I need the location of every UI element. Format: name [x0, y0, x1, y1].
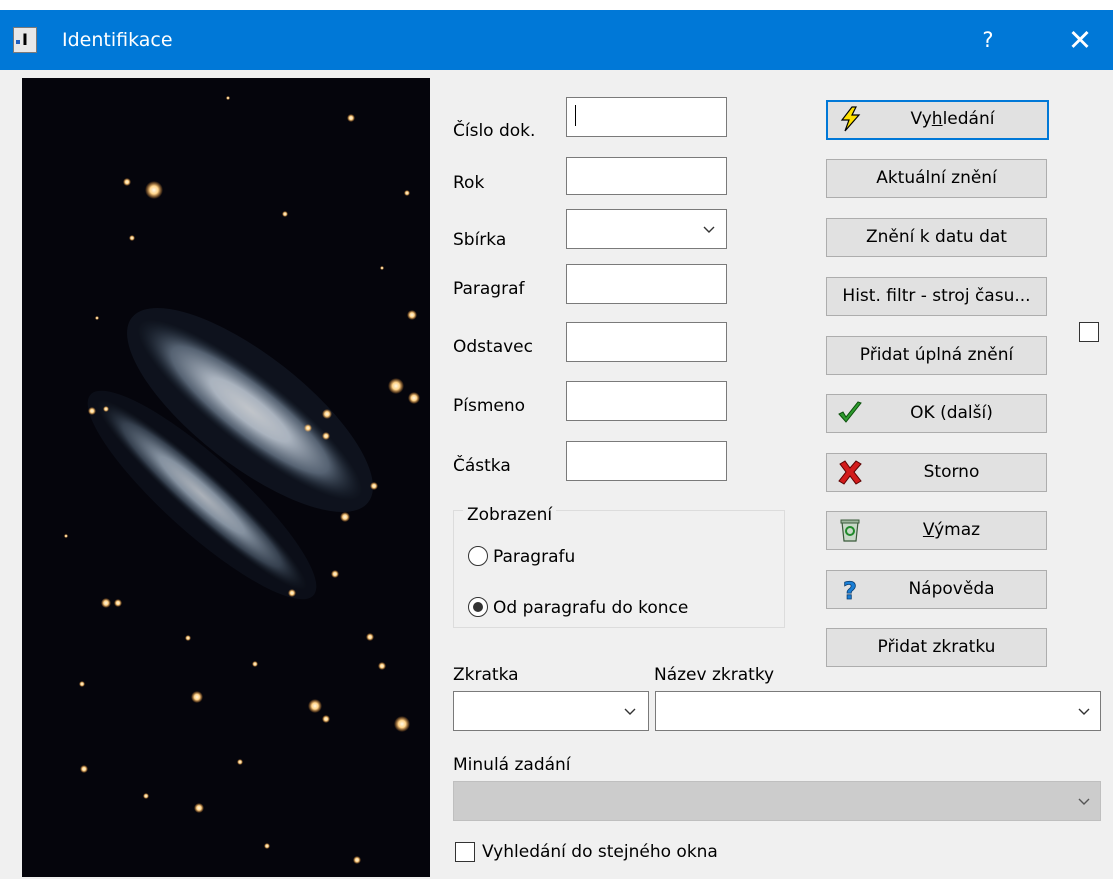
- zkratka-label: Zkratka: [453, 665, 519, 685]
- vymaz-label: Výmaz: [922, 520, 981, 540]
- sbirka-select[interactable]: [566, 209, 727, 249]
- nazev-zkratky-select[interactable]: [655, 691, 1101, 731]
- odstavec-label: Odstavec: [453, 337, 533, 357]
- galaxy-image: [22, 78, 430, 877]
- zkratka-select[interactable]: [453, 691, 649, 731]
- cislo-dok-input[interactable]: [566, 97, 727, 137]
- text-caret: [575, 105, 576, 126]
- napoveda-button[interactable]: ? Nápověda: [826, 570, 1047, 609]
- radio-od-paragrafu-label[interactable]: Od paragrafu do konce: [493, 597, 688, 619]
- pismeno-label: Písmeno: [453, 396, 526, 416]
- question-icon: ?: [843, 577, 858, 602]
- paragraf-label: Paragraf: [453, 279, 525, 299]
- odstavec-input[interactable]: [566, 322, 727, 362]
- minula-zadani-label: Minulá zadání: [453, 755, 571, 775]
- app-icon[interactable]: I: [13, 27, 37, 53]
- red-x-icon: [838, 460, 862, 485]
- radio-od-paragrafu[interactable]: [468, 597, 488, 617]
- chevron-down-icon: [1078, 708, 1090, 715]
- chevron-down-icon: [703, 226, 715, 233]
- castka-input[interactable]: [566, 441, 727, 481]
- aktualni-zneni-button[interactable]: Aktuální znění: [826, 159, 1047, 198]
- lightning-icon: [840, 106, 861, 132]
- zobrazeni-legend: Zobrazení: [463, 504, 557, 526]
- zneni-k-datu-button[interactable]: Znění k datu dat: [826, 218, 1047, 257]
- storno-button[interactable]: Storno: [826, 453, 1047, 492]
- vyhledani-button[interactable]: Vyhledání: [826, 100, 1049, 140]
- cislo-dok-label: Číslo dok.: [453, 121, 536, 141]
- vyhledani-label: Vyhledání: [910, 109, 995, 129]
- ok-button[interactable]: OK (další): [826, 394, 1047, 433]
- sbirka-label: Sbírka: [453, 230, 507, 250]
- radio-paragrafu-label[interactable]: Paragrafu: [493, 546, 575, 568]
- paragraf-input[interactable]: [566, 264, 727, 304]
- pridat-zkratku-button[interactable]: Přidat zkratku: [826, 628, 1047, 667]
- chevron-down-icon: [1078, 798, 1090, 805]
- pismeno-input[interactable]: [566, 381, 727, 421]
- rok-input[interactable]: [566, 157, 727, 195]
- app-icon-letter: I: [22, 30, 28, 49]
- chevron-down-icon: [624, 708, 636, 715]
- hist-filtr-button[interactable]: Hist. filtr - stroj času...: [826, 277, 1047, 316]
- minula-zadani-select[interactable]: [453, 781, 1101, 821]
- same-window-checkbox[interactable]: [455, 842, 475, 862]
- radio-paragrafu[interactable]: [468, 546, 488, 566]
- close-button[interactable]: ✕: [1055, 20, 1105, 60]
- svg-text:?: ?: [843, 577, 857, 602]
- vymaz-button[interactable]: Výmaz: [826, 511, 1047, 550]
- recycle-bin-icon: [840, 519, 860, 542]
- nazev-zkratky-label: Název zkratky: [654, 665, 775, 685]
- help-button[interactable]: ?: [968, 22, 1008, 58]
- castka-label: Částka: [453, 456, 511, 476]
- same-window-label[interactable]: Vyhledání do stejného okna: [482, 841, 718, 863]
- pridat-uplna-zneni-button[interactable]: Přidat úplná znění: [826, 336, 1047, 375]
- checkmark-icon: [838, 401, 862, 423]
- window-title: Identifikace: [62, 29, 173, 51]
- side-checkbox[interactable]: [1079, 322, 1099, 342]
- rok-label: Rok: [453, 173, 485, 193]
